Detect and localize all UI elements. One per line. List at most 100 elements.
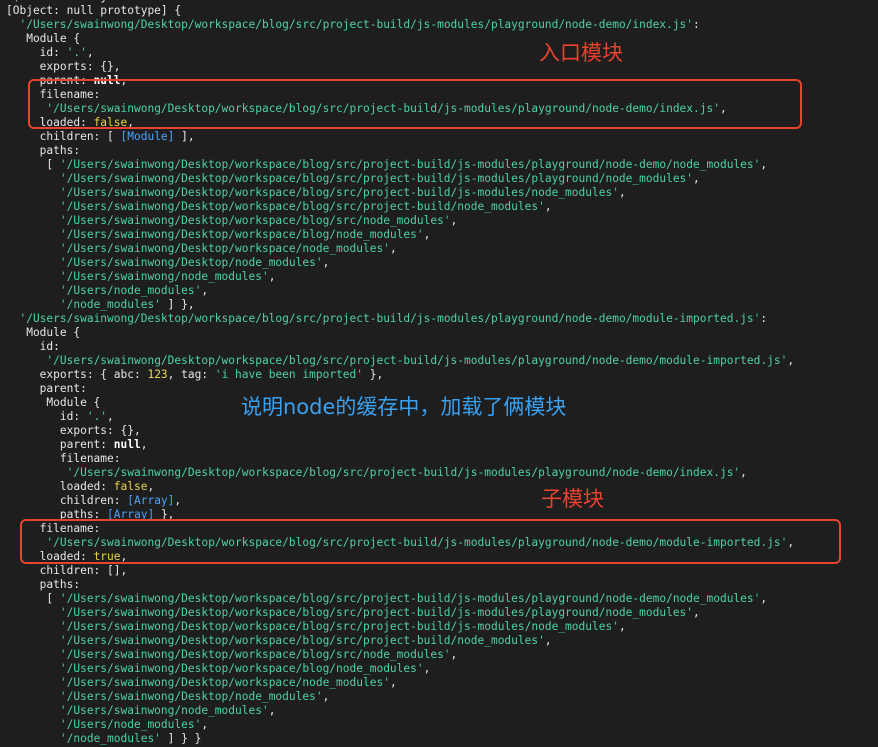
terminal-line: exports: {}, (6, 424, 141, 438)
token-plain: , (544, 634, 552, 647)
terminal-line: children: [Array], (6, 494, 181, 508)
token-str: '/Users/swainwong/Desktop/workspace/blog… (59, 158, 761, 171)
token-plain: , (86, 46, 94, 59)
terminal-line: '/Users/swainwong/node_modules', (6, 270, 276, 284)
cache-note-annotation: 说明node的缓存中，加载了俩模块 (241, 395, 567, 419)
token-plain: , (544, 200, 552, 213)
token-str: '/Users/swainwong/node_modules' (59, 704, 269, 717)
terminal-line: id: (6, 340, 60, 354)
token-plain: ], (174, 130, 195, 143)
token-plain: , (140, 438, 148, 451)
token-plain: exports: {}, (6, 424, 141, 437)
token-num: 123 (147, 368, 168, 381)
terminal-line: '/Users/swainwong/Desktop/workspace/blog… (6, 662, 430, 676)
token-null: null (113, 438, 141, 451)
token-plain: id: (6, 340, 60, 353)
token-str: '/Users/swainwong/Desktop/node_modules' (59, 256, 323, 269)
token-plain: id: (6, 410, 87, 423)
terminal-line: '/Users/swainwong/Desktop/node_modules', (6, 256, 329, 270)
token-str: '/Users/swainwong/Desktop/workspace/node… (59, 676, 390, 689)
token-str: 'i have been imported' (214, 368, 364, 381)
token-plain: Module { (6, 32, 81, 45)
terminal-line: parent: null, (6, 438, 148, 452)
terminal-line: '/Users/swainwong/Desktop/workspace/blog… (6, 620, 626, 634)
terminal-line: Module { (6, 326, 80, 340)
terminal-line: Module { (6, 396, 100, 410)
token-str: '/Users/swainwong/Desktop/workspace/blog… (59, 228, 424, 241)
token-str: '/Users/swainwong/Desktop/workspace/blog… (66, 466, 741, 479)
token-plain: paths: (6, 144, 81, 157)
terminal-line: '/Users/swainwong/Desktop/workspace/blog… (6, 200, 552, 214)
token-plain: , (423, 662, 431, 675)
token-str: '/Users/swainwong/Desktop/workspace/blog… (59, 620, 619, 633)
token-plain: children: [ (6, 130, 121, 143)
terminal-line: exports: {}, (6, 60, 121, 74)
token-str: '/Users/swainwong/node_modules' (59, 270, 269, 283)
token-plain: : (693, 18, 700, 31)
token-plain: , (174, 494, 182, 507)
token-special: [Array] (127, 494, 175, 507)
token-str: '/Users/swainwong/Desktop/workspace/node… (59, 242, 390, 255)
terminal-line: '/Users/swainwong/Desktop/workspace/blog… (6, 354, 794, 368)
token-plain: , (322, 690, 330, 703)
token-plain: , (268, 704, 276, 717)
entry-module-highlight-box (28, 79, 802, 129)
token-plain: , (618, 620, 626, 633)
terminal-line: '/Users/swainwong/Desktop/workspace/node… (6, 242, 397, 256)
child-module-annotation: 子模块 (541, 487, 604, 511)
token-plain: , (693, 606, 700, 619)
token-plain: : (760, 312, 768, 325)
terminal-line: '/Users/swainwong/Desktop/workspace/blog… (6, 214, 457, 228)
terminal-line: '/Users/swainwong/Desktop/workspace/blog… (6, 186, 626, 200)
token-plain: Module { (6, 326, 81, 339)
token-str: '/Users/swainwong/Desktop/workspace/blog… (59, 186, 619, 199)
entry-module-annotation: 入口模块 (539, 41, 623, 65)
terminal-line: children: [ [Module] ], (6, 130, 195, 144)
token-special: [Module] (120, 130, 175, 143)
token-plain: , (389, 676, 397, 689)
token-plain: , (147, 480, 155, 493)
token-str: '/Users/swainwong/Desktop/workspace/blog… (59, 634, 545, 647)
token-str: '/Users/swainwong/Desktop/workspace/blog… (19, 18, 694, 31)
terminal-line: '/Users/node_modules', (6, 718, 208, 732)
token-plain: , (268, 270, 276, 283)
token-str: '/Users/swainwong/Desktop/workspace/blog… (46, 354, 788, 367)
token-str: '/Users/swainwong/Desktop/workspace/blog… (59, 606, 694, 619)
token-faded: ~ (6, 0, 13, 3)
terminal-line: '/Users/swainwong/Desktop/workspace/blog… (6, 18, 700, 32)
terminal-line: exports: { abc: 123, tag: 'i have been i… (6, 368, 384, 382)
token-plain: loaded: (6, 480, 114, 493)
token-plain: , (389, 242, 397, 255)
token-plain: , tag: (167, 368, 215, 381)
token-str: '/Users/swainwong/Desktop/workspace/blog… (59, 214, 451, 227)
terminal-line: id: '.', (6, 46, 94, 60)
token-str: '/node_modules' (59, 298, 161, 311)
terminal-line: '/Users/swainwong/Desktop/node_modules', (6, 690, 329, 704)
token-plain: parent: (6, 438, 114, 451)
terminal-line: paths: (6, 578, 80, 592)
token-plain: exports: {}, (6, 60, 121, 73)
token-plain: , (450, 648, 458, 661)
terminal-line: '/node_modules' ] }, (6, 298, 195, 312)
token-bool: false (113, 480, 148, 493)
terminal-line: id: '.', (6, 410, 114, 424)
terminal-line: '/Users/swainwong/Desktop/workspace/blog… (6, 466, 747, 480)
terminal-line: [Object: null prototype] { (6, 4, 181, 18)
terminal-line: '/Users/swainwong/Desktop/workspace/blog… (6, 172, 700, 186)
terminal-line: paths: (6, 144, 80, 158)
token-plain: , (423, 228, 431, 241)
